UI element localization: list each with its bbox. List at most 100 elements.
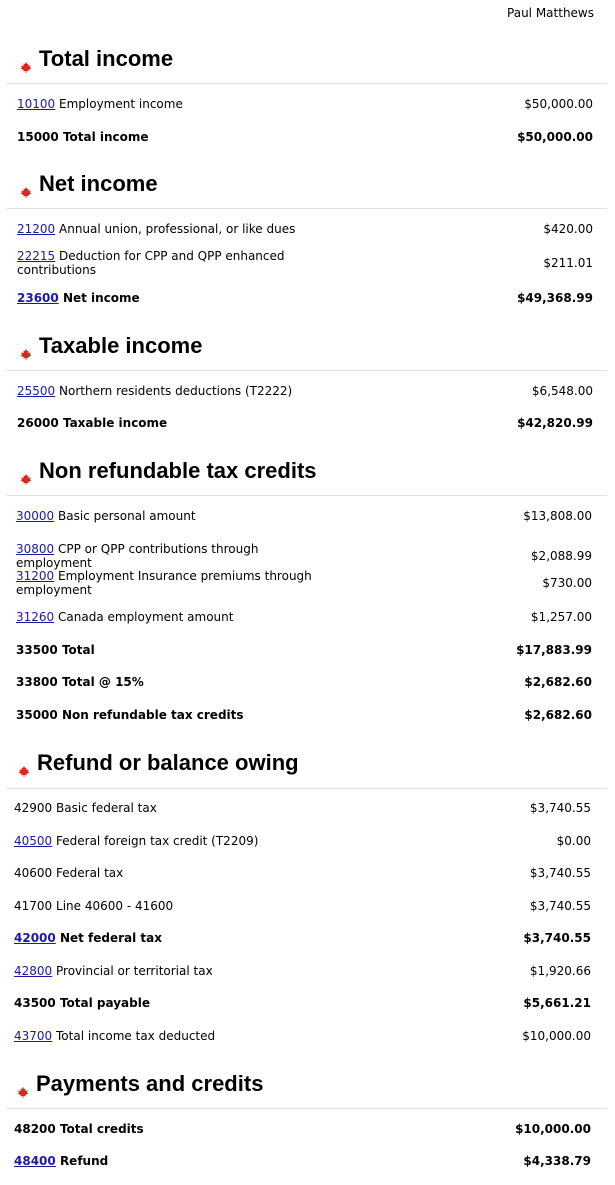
line-item-row: 42800 Provincial or territorial tax $1,92… bbox=[14, 964, 591, 978]
line-item-row: 41700 Line 40600 - 41600 $3,740.55 bbox=[14, 899, 591, 913]
maple-leaf-icon bbox=[20, 53, 32, 73]
line-item-label: 33800 Total @ 15% bbox=[16, 675, 144, 689]
line-amount: $10,000.00 bbox=[515, 1122, 591, 1136]
section-title: Net income bbox=[39, 171, 158, 196]
user-name: Paul Matthews bbox=[507, 6, 594, 20]
line-description: Federal tax bbox=[56, 866, 124, 880]
line-description: Basic federal tax bbox=[56, 801, 157, 815]
line-item-label: 48200 Total credits bbox=[14, 1122, 144, 1136]
line-description: Total @ 15% bbox=[61, 675, 144, 689]
line-description: Employment income bbox=[59, 97, 183, 111]
line-code-link[interactable]: 31200 bbox=[16, 569, 54, 583]
line-amount: $2,088.99 bbox=[530, 549, 592, 563]
line-code-link[interactable]: 40500 bbox=[14, 834, 52, 848]
line-code: 26000 bbox=[17, 416, 59, 430]
line-item-row: 35000 Non refundable tax credits $2,682.6… bbox=[16, 708, 592, 722]
line-code-link[interactable]: 31260 bbox=[16, 610, 54, 624]
line-amount: $1,257.00 bbox=[530, 610, 592, 624]
line-description: Taxable income bbox=[62, 416, 168, 430]
line-item-label: 42900 Basic federal tax bbox=[14, 801, 157, 815]
line-item-label: 31200 Employment Insurance premiums thro… bbox=[16, 569, 316, 597]
line-item-row: 33500 Total $17,883.99 bbox=[16, 643, 592, 657]
line-code-link[interactable]: 25500 bbox=[17, 384, 55, 398]
line-code-link[interactable]: 42000 bbox=[14, 931, 56, 945]
section-divider bbox=[6, 788, 607, 789]
line-item-label: 43500 Total payable bbox=[14, 996, 150, 1010]
line-item-row: 40500 Federal foreign tax credit (T2209)… bbox=[14, 834, 591, 848]
line-amount: $3,740.55 bbox=[529, 899, 591, 913]
line-amount: $2,682.60 bbox=[524, 675, 592, 689]
line-item-label: 35000 Non refundable tax credits bbox=[16, 708, 244, 722]
line-item-label: 41700 Line 40600 - 41600 bbox=[14, 899, 173, 913]
maple-leaf-icon bbox=[20, 340, 32, 360]
line-amount: $0.00 bbox=[556, 834, 591, 848]
line-item-row: 21200 Annual union, professional, or lik… bbox=[17, 222, 593, 236]
line-description: Annual union, professional, or like dues bbox=[59, 222, 296, 236]
line-description: Total income tax deducted bbox=[56, 1029, 216, 1043]
section-heading: Refund or balance owing bbox=[18, 749, 299, 777]
line-item-label: 42800 Provincial or territorial tax bbox=[14, 964, 213, 978]
section-heading: Payments and credits bbox=[17, 1070, 263, 1098]
section-title: Payments and credits bbox=[36, 1071, 264, 1096]
line-item-label: 22215 Deduction for CPP and QPP enhanced… bbox=[17, 249, 317, 277]
line-code-link[interactable]: 48400 bbox=[14, 1154, 56, 1168]
line-item-row: 33800 Total @ 15% $2,682.60 bbox=[16, 675, 592, 689]
line-item-label: 23600 Net income bbox=[17, 291, 140, 305]
line-code-link[interactable]: 21200 bbox=[17, 222, 55, 236]
line-amount: $50,000.00 bbox=[524, 97, 593, 111]
line-item-label: 26000 Taxable income bbox=[17, 416, 167, 430]
line-item-row: 43700 Total income tax deducted $10,000.0… bbox=[14, 1029, 591, 1043]
line-item-label: 40500 Federal foreign tax credit (T2209) bbox=[14, 834, 258, 848]
line-item-label: 31260 Canada employment amount bbox=[16, 610, 233, 624]
maple-leaf-icon bbox=[18, 757, 30, 777]
line-code-link[interactable]: 23600 bbox=[17, 291, 59, 305]
section-divider bbox=[6, 208, 607, 209]
line-item-row: 30000 Basic personal amount $13,808.00 bbox=[16, 509, 592, 523]
section-divider bbox=[6, 495, 607, 496]
line-amount: $3,740.55 bbox=[523, 931, 591, 945]
line-code: 41700 bbox=[14, 899, 53, 913]
section-heading: Taxable income bbox=[20, 332, 202, 360]
line-item-row: 10100 Employment income $50,000.00 bbox=[17, 97, 593, 111]
line-code-link[interactable]: 30800 bbox=[16, 542, 54, 556]
line-code-link[interactable]: 22215 bbox=[17, 249, 55, 263]
line-item-label: 10100 Employment income bbox=[17, 97, 183, 111]
line-amount: $50,000.00 bbox=[517, 130, 593, 144]
line-item-row: 30800 CPP or QPP contributions through e… bbox=[16, 542, 592, 570]
line-description: Canada employment amount bbox=[58, 610, 234, 624]
line-code-link[interactable]: 42800 bbox=[14, 964, 52, 978]
line-description: Total income bbox=[62, 130, 149, 144]
line-description: Employment Insurance premiums through em… bbox=[16, 569, 312, 597]
line-amount: $42,820.99 bbox=[517, 416, 593, 430]
line-description: Total credits bbox=[59, 1122, 144, 1136]
line-amount: $5,661.21 bbox=[523, 996, 591, 1010]
line-description: Refund bbox=[59, 1154, 109, 1168]
line-code-link[interactable]: 10100 bbox=[17, 97, 55, 111]
line-item-label: 25500 Northern residents deductions (T22… bbox=[17, 384, 292, 398]
line-item-row: 15000 Total income $50,000.00 bbox=[17, 130, 593, 144]
line-description: Total bbox=[61, 643, 95, 657]
line-description: Provincial or territorial tax bbox=[56, 964, 213, 978]
line-item-label: 30800 CPP or QPP contributions through e… bbox=[16, 542, 316, 570]
section-title: Total income bbox=[39, 46, 174, 71]
line-amount: $2,682.60 bbox=[524, 708, 592, 722]
line-item-label: 40600 Federal tax bbox=[14, 866, 123, 880]
line-item-label: 48400 Refund bbox=[14, 1154, 108, 1168]
line-code: 42900 bbox=[14, 801, 53, 815]
section-divider bbox=[6, 1108, 607, 1109]
section-title: Non refundable tax credits bbox=[39, 458, 317, 483]
section-divider bbox=[6, 83, 607, 84]
line-item-row: 43500 Total payable $5,661.21 bbox=[14, 996, 591, 1010]
line-item-row: 22215 Deduction for CPP and QPP enhanced… bbox=[17, 249, 593, 277]
maple-leaf-icon bbox=[20, 465, 32, 485]
line-item-row: 26000 Taxable income $42,820.99 bbox=[17, 416, 593, 430]
line-code: 48200 bbox=[14, 1122, 56, 1136]
line-description: Non refundable tax credits bbox=[61, 708, 244, 722]
maple-leaf-icon bbox=[17, 1078, 29, 1098]
line-code-link[interactable]: 30000 bbox=[16, 509, 54, 523]
line-amount: $211.01 bbox=[543, 256, 593, 270]
line-amount: $1,920.66 bbox=[529, 964, 591, 978]
line-code-link[interactable]: 43700 bbox=[14, 1029, 52, 1043]
line-description: Net federal tax bbox=[59, 931, 163, 945]
line-description: Federal foreign tax credit (T2209) bbox=[56, 834, 259, 848]
